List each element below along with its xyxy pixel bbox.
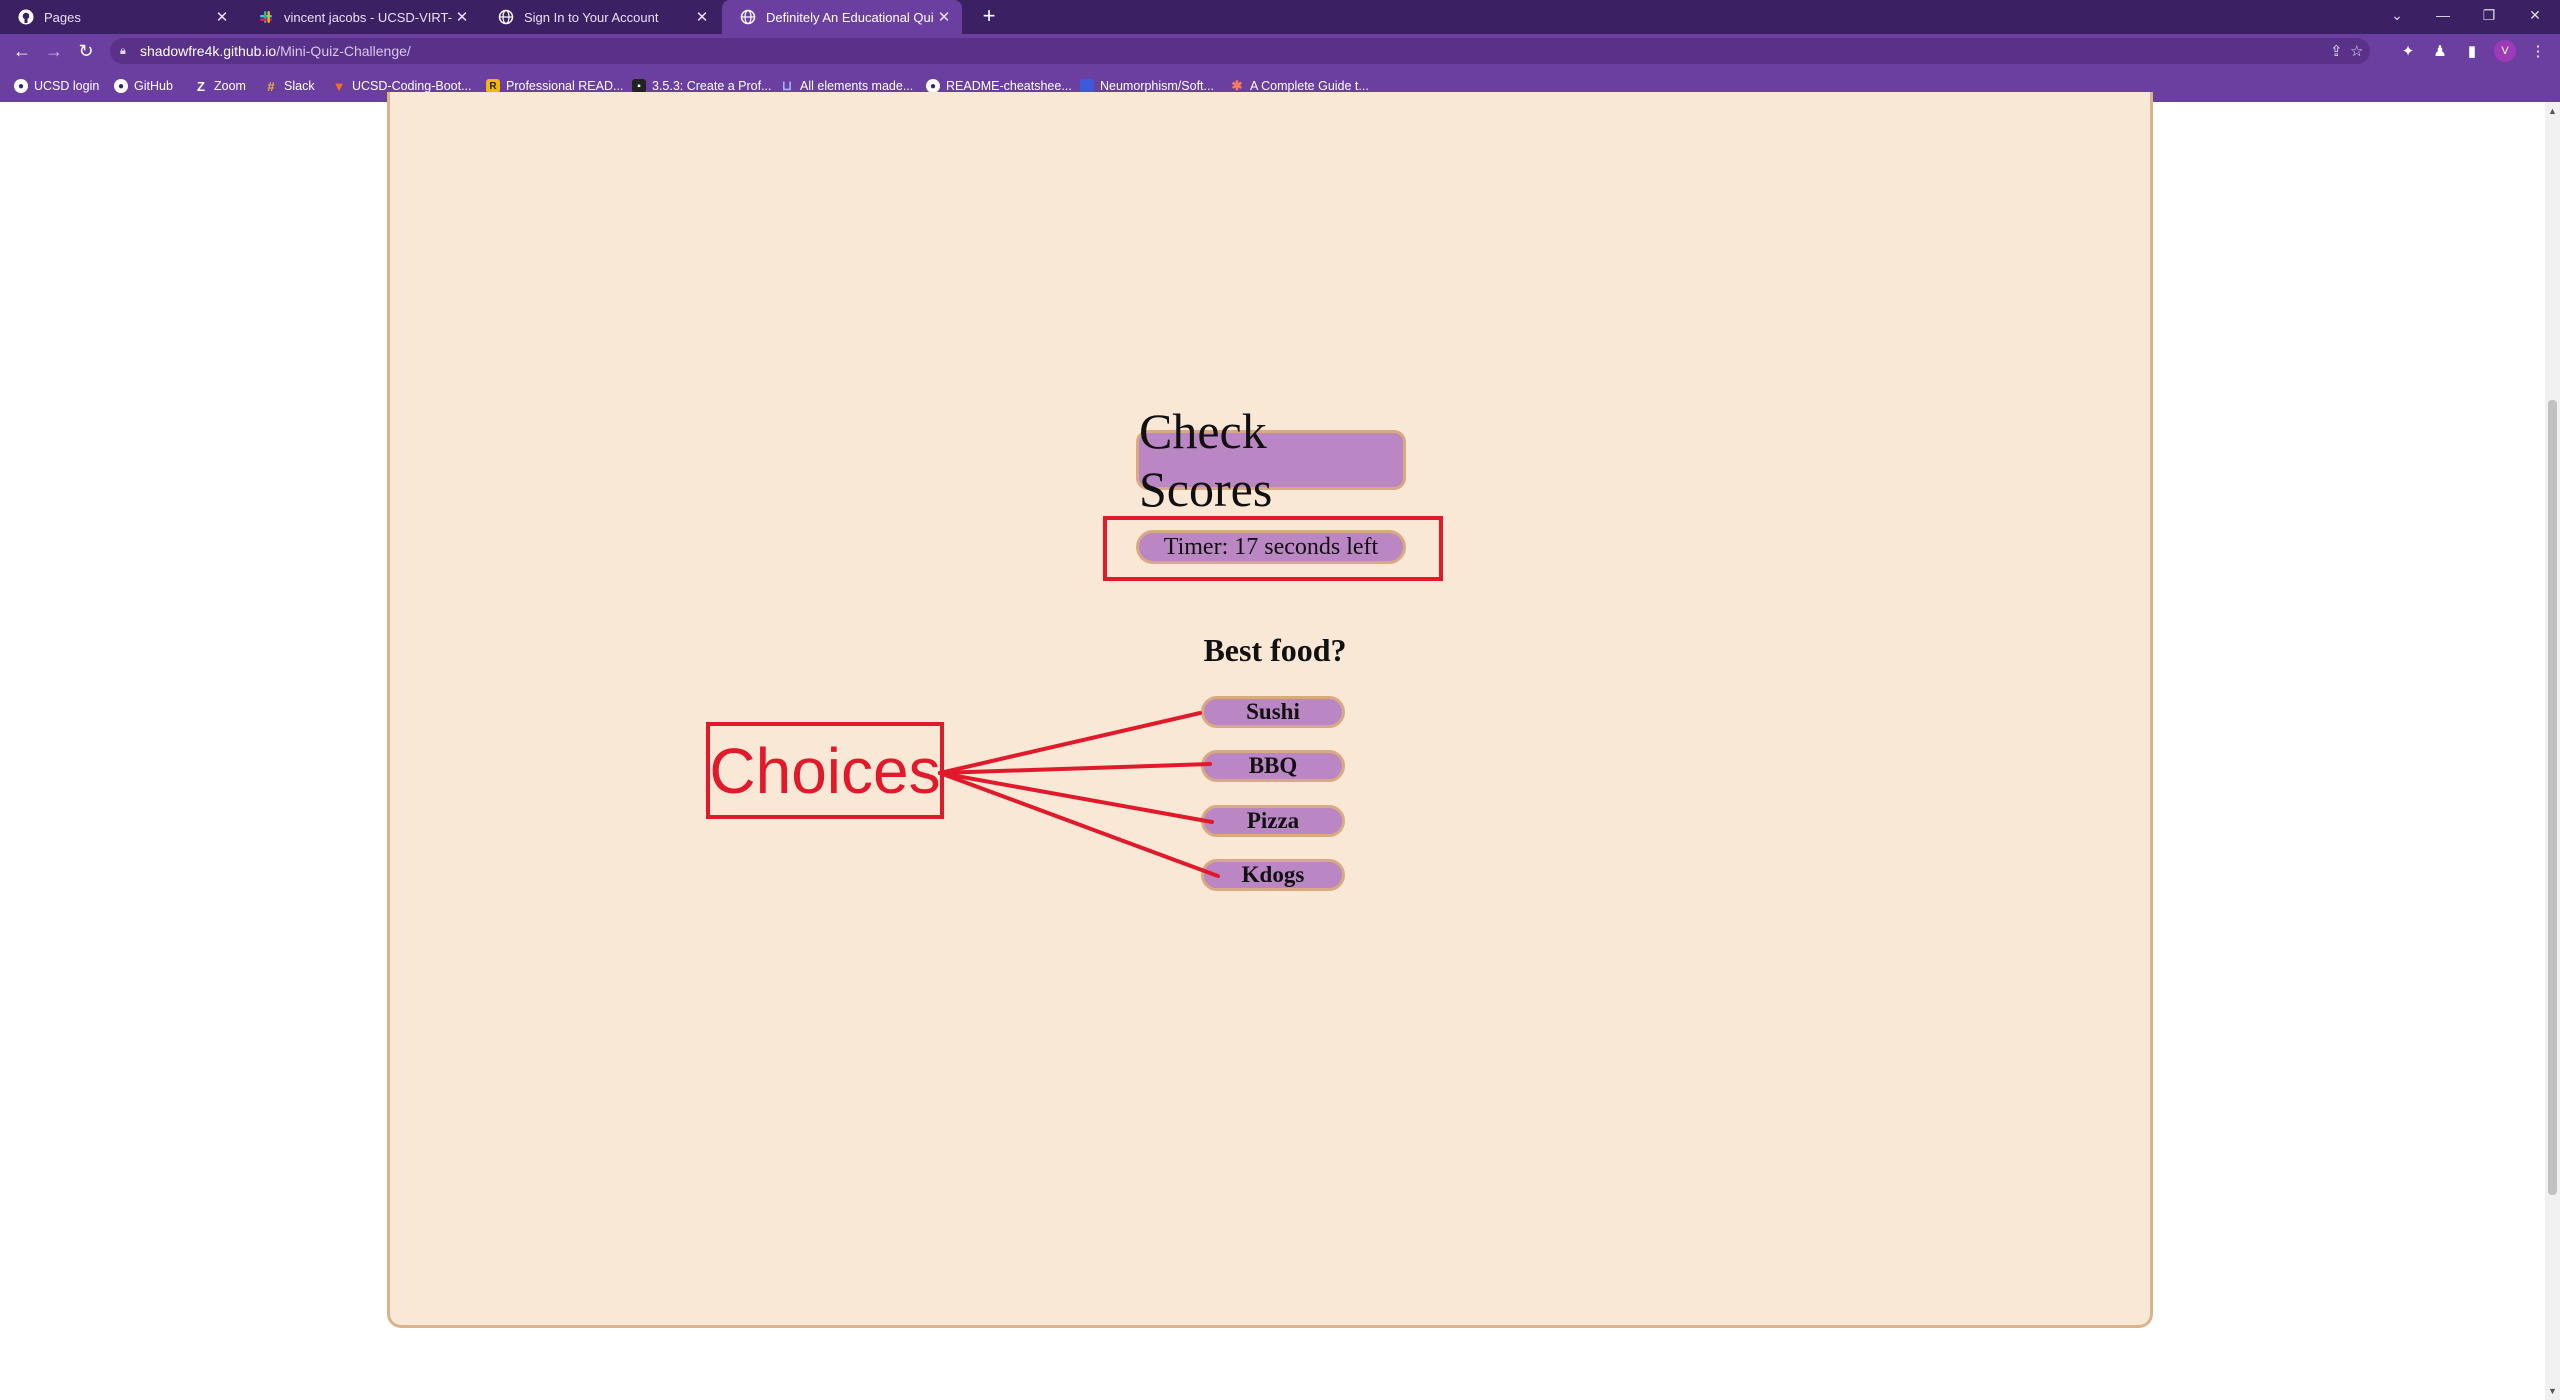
arrow-to-pizza bbox=[938, 771, 1214, 824]
annotation-arrows bbox=[938, 711, 1220, 878]
scroll-up-arrow-icon[interactable]: ▲ bbox=[2545, 104, 2560, 118]
arrow-to-kdogs bbox=[938, 771, 1220, 878]
scroll-down-arrow-icon[interactable]: ▼ bbox=[2545, 1384, 2560, 1398]
scrollbar-thumb[interactable] bbox=[2548, 400, 2557, 1195]
